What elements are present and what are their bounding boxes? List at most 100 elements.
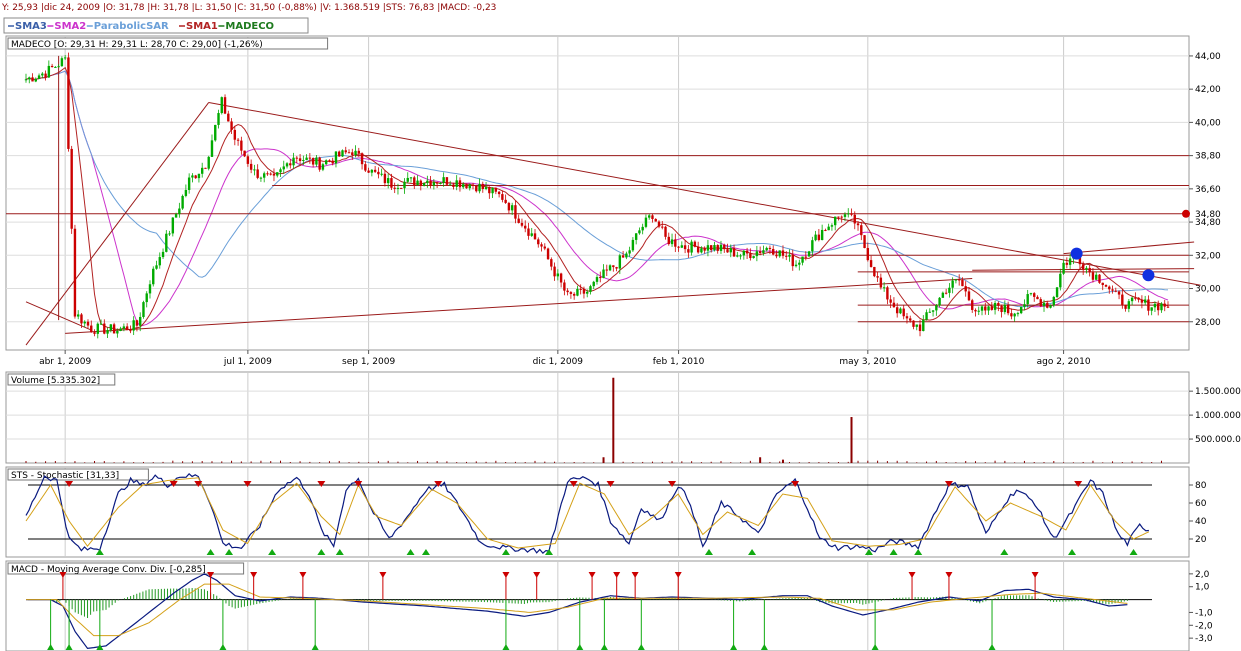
candle — [1153, 303, 1157, 308]
candle — [1166, 306, 1170, 308]
y-tick-label: 60 — [1195, 499, 1207, 509]
candle — [246, 156, 250, 164]
candle — [716, 245, 719, 251]
y-tick-label: -2,0 — [1195, 621, 1213, 631]
candle — [315, 157, 318, 165]
candle — [145, 293, 148, 303]
chart-canvas[interactable]: SMA3 SMA2 ParabolicSAR SMA1 MADECO 44,00 42,00… — [0, 0, 1241, 651]
panel-title: Volume [5.335.302] — [11, 376, 100, 386]
candle — [634, 233, 638, 240]
candle — [334, 151, 338, 164]
candle — [925, 312, 928, 320]
candle — [830, 225, 834, 227]
candle — [152, 268, 155, 285]
candle — [132, 320, 135, 331]
candle — [367, 170, 370, 173]
candle — [1006, 304, 1010, 314]
candle — [390, 178, 393, 188]
candle — [122, 326, 126, 329]
candle — [713, 245, 716, 251]
candle — [788, 254, 791, 257]
candle — [579, 288, 582, 290]
candle — [484, 187, 488, 189]
candle — [693, 241, 697, 247]
candle — [944, 292, 948, 294]
candle — [843, 214, 847, 217]
candle — [1150, 307, 1153, 311]
candle — [612, 265, 615, 268]
candle — [1023, 304, 1026, 307]
candle — [364, 164, 367, 171]
candle — [347, 152, 351, 154]
candle — [426, 180, 429, 184]
candle — [710, 245, 713, 251]
y-tick-label: 30,00 — [1195, 285, 1221, 295]
candle — [918, 324, 922, 332]
price-marker-label: 34,80 — [1195, 210, 1221, 220]
candle — [1003, 304, 1007, 313]
candle — [240, 140, 243, 151]
candle — [527, 228, 530, 236]
panel-title: STS - Stochastic [31,33] — [11, 471, 119, 481]
y-tick-label: -1,0 — [1195, 608, 1213, 618]
candle — [491, 187, 494, 194]
y-tick-label: 40 — [1195, 517, 1207, 527]
candle — [1140, 299, 1144, 303]
candle — [429, 180, 432, 186]
candle — [142, 302, 145, 317]
candle — [400, 187, 403, 189]
candle — [1026, 294, 1029, 305]
candle — [24, 79, 28, 81]
candle — [1036, 296, 1039, 300]
candle — [109, 324, 113, 331]
candle — [605, 269, 608, 271]
candle — [37, 75, 41, 79]
candle — [1163, 303, 1166, 307]
candle — [77, 314, 80, 317]
candle — [60, 58, 64, 67]
candle — [419, 180, 423, 186]
candle — [475, 185, 478, 192]
candle — [119, 328, 122, 332]
candle — [824, 229, 827, 231]
legend-item: ParabolicSAR — [94, 21, 169, 32]
candle — [677, 246, 680, 248]
candle — [572, 293, 576, 296]
y-tick-label: 36,60 — [1195, 185, 1221, 195]
panel-2: 1.500.000 1.000.000 500.000.0 Volume [5.335… — [5, 371, 1241, 464]
candle — [651, 215, 654, 219]
candle — [318, 157, 321, 170]
candle — [592, 281, 595, 287]
candle — [413, 177, 416, 186]
candle — [1114, 290, 1117, 292]
candle — [259, 177, 263, 179]
candle — [543, 246, 546, 249]
candle — [357, 150, 361, 154]
panel-frame — [5, 466, 1190, 558]
candle — [510, 205, 514, 211]
candle — [732, 248, 736, 257]
panel-frame — [5, 371, 1190, 464]
candle — [289, 163, 292, 166]
pivot-marker — [1070, 247, 1083, 260]
candle — [608, 265, 612, 271]
candle — [282, 166, 285, 170]
candle — [928, 311, 932, 313]
candle — [563, 282, 566, 291]
candle — [1160, 303, 1163, 311]
candle — [670, 239, 674, 245]
candle — [112, 324, 116, 334]
candle — [657, 221, 661, 227]
candle — [785, 255, 788, 257]
candle — [1088, 267, 1091, 273]
candle — [814, 234, 817, 241]
candle — [798, 262, 801, 265]
candle — [93, 332, 96, 334]
candle — [1147, 299, 1150, 311]
candle — [853, 214, 856, 224]
candle — [253, 169, 256, 171]
candle — [840, 216, 843, 218]
candle — [223, 97, 227, 114]
candle — [935, 305, 938, 311]
candle — [631, 239, 635, 251]
